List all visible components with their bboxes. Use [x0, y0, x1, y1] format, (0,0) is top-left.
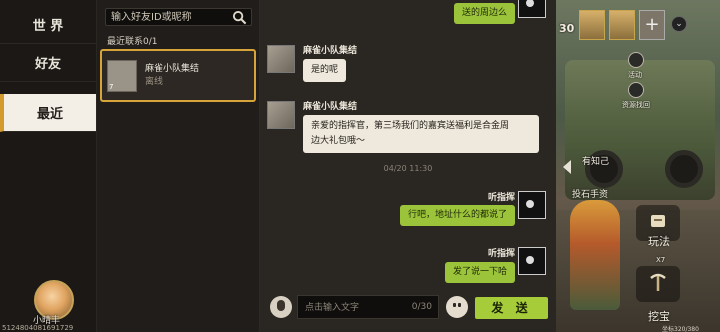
message-input-box: 0/30 [297, 295, 439, 319]
play-mode-label: 玩法 [648, 235, 670, 248]
chat-input-bar: 0/30 发 送 [260, 292, 556, 324]
recent-contacts-count: 最近联系0/1 [107, 37, 158, 47]
message-bubble-out: 送的周边么 [453, 3, 515, 24]
sender-name: 麻雀小队集结 [303, 46, 358, 56]
message-bubble-in: 亲爱的指挥官，第三场我们的嘉宾送福利是合金周 边大礼包哦～ [303, 115, 539, 153]
notice-text: 投石手资 [572, 190, 609, 200]
activity-icon[interactable] [628, 52, 644, 68]
contact-item[interactable]: 7 麻雀小队集结 离线 [100, 49, 256, 102]
friend-search-box [105, 8, 252, 26]
truck-tire [665, 150, 703, 188]
self-avatar [518, 191, 546, 219]
pickaxe-icon [650, 273, 666, 291]
contact-level: 7 [109, 83, 114, 91]
player-id: 5124804081691729 [2, 324, 74, 332]
treasure-dig-label: 挖宝 [648, 310, 670, 323]
message-text-line: 亲爱的指挥官，第三场我们的嘉宾送福利是合金周 [311, 121, 510, 131]
chat-panel: 送的周边么 麻雀小队集结 是的呢 麻雀小队集结 亲爱的指挥官，第三场我们的嘉宾送… [260, 0, 556, 332]
friend-search-input[interactable] [111, 9, 223, 25]
message-bubble-out: 发了说一下哈 [444, 262, 515, 283]
char-counter: 0/30 [411, 302, 432, 312]
hud-squad-bar: + ⌄ [575, 4, 710, 44]
message-bubble-out: 行吧，地址什么的都说了 [399, 205, 515, 226]
activity-label: 活动 [628, 71, 642, 79]
contact-avatar: 7 [107, 60, 137, 92]
contact-chat-avatar [267, 101, 295, 129]
voice-input-icon[interactable] [270, 296, 292, 318]
tab-friends[interactable]: 好友 [0, 44, 96, 82]
self-avatar [518, 247, 546, 275]
message-text-line: 边大礼包哦～ [311, 136, 366, 146]
contact-chat-avatar [267, 45, 295, 73]
game-character [570, 200, 620, 310]
sender-name: 麻雀小队集结 [303, 102, 358, 112]
add-squad-icon[interactable]: + [639, 10, 665, 40]
contact-name: 麻雀小队集结 [145, 64, 200, 74]
message-input[interactable] [305, 300, 401, 315]
chat-category-nav: 世 界 好友 最近 小晴丰 5124804081691729 [0, 0, 97, 332]
treasure-dig-button[interactable] [636, 266, 680, 302]
contacts-panel: 最近联系0/1 7 麻雀小队集结 离线 [97, 0, 260, 332]
search-icon[interactable] [232, 10, 247, 25]
send-button[interactable]: 发 送 [475, 297, 548, 319]
resource-recovery-icon[interactable] [628, 82, 644, 98]
sender-name: 听指挥 [487, 193, 515, 203]
tab-recent[interactable]: 最近 [0, 94, 96, 132]
collapse-arrow-icon[interactable] [563, 160, 571, 174]
resource-recovery-label: 资源找回 [622, 101, 650, 109]
item-count: X7 [656, 256, 666, 264]
play-mode-icon [651, 215, 665, 227]
notice-text: 有知己 [582, 157, 610, 167]
message-bubble-in: 是的呢 [303, 59, 347, 82]
squad-slot[interactable] [579, 10, 605, 40]
emoji-icon[interactable] [446, 296, 468, 318]
sender-name: 听指挥 [487, 249, 515, 259]
map-coordinates: 坐标320/380 [662, 326, 699, 332]
contact-status: 离线 [145, 77, 164, 87]
self-avatar [518, 0, 546, 18]
squad-slot[interactable] [609, 10, 635, 40]
chevron-down-icon[interactable]: ⌄ [671, 16, 687, 32]
tab-world[interactable]: 世 界 [0, 6, 96, 44]
message-timestamp: 04/20 11:30 [383, 164, 433, 173]
hud-number: 30 [559, 22, 575, 35]
